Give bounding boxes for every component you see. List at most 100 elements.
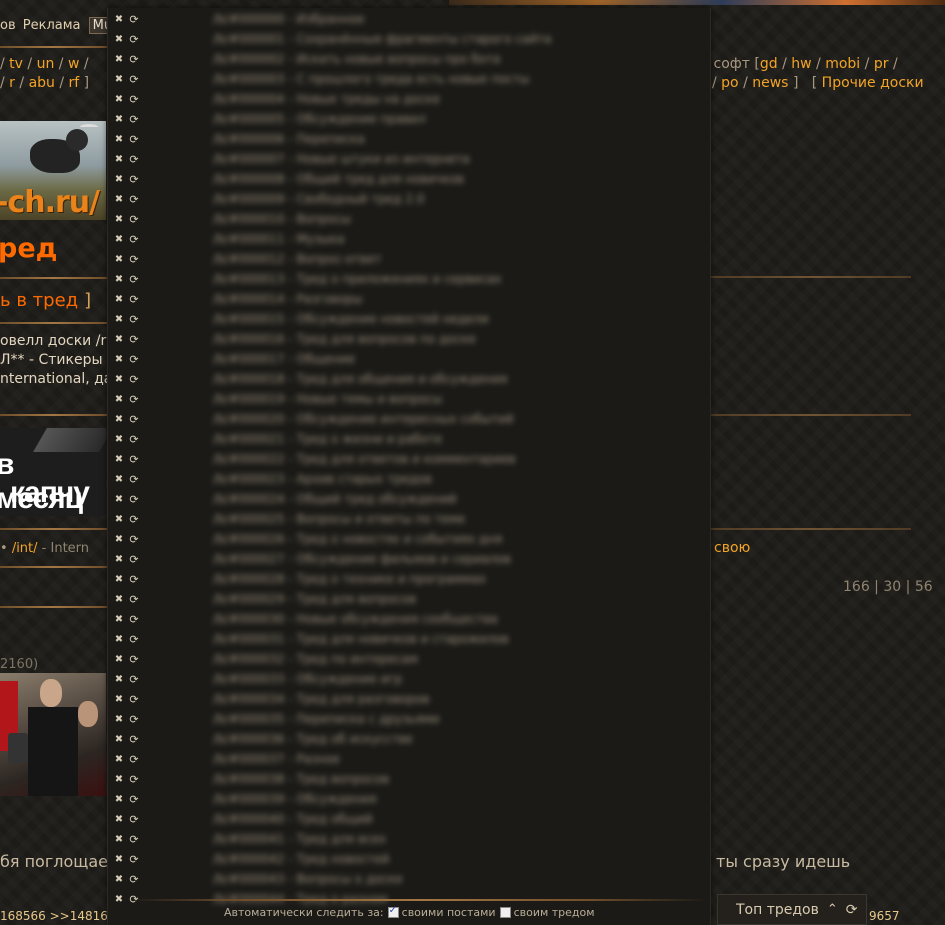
favorite-thread-title[interactable]: /b/#000042 - Тред новостей [213, 852, 389, 866]
close-icon[interactable]: ✖ [114, 574, 124, 585]
refresh-icon[interactable]: ⟳ [128, 213, 140, 226]
close-icon[interactable]: ✖ [114, 554, 124, 565]
close-icon[interactable]: ✖ [114, 174, 124, 185]
favorite-thread-title[interactable]: /b/#000031 - Тред для новичков и старожи… [213, 632, 509, 646]
reply-thread-link[interactable]: ь в тред] [0, 290, 91, 311]
refresh-icon[interactable]: ⟳ [128, 333, 140, 346]
refresh-icon[interactable]: ⟳ [128, 633, 140, 646]
refresh-icon[interactable]: ⟳ [128, 773, 140, 786]
close-icon[interactable]: ✖ [114, 874, 124, 885]
favorite-thread-item[interactable]: ✖ ⟳ /b/#000003 - С прошлого треда есть нов… [108, 69, 708, 89]
close-icon[interactable]: ✖ [114, 394, 124, 405]
refresh-icon[interactable]: ⟳ [128, 733, 140, 746]
favorite-thread-item[interactable]: ✖ ⟳ /b/#000000 - Избранное [108, 9, 708, 29]
favorite-thread-item[interactable]: ✖ ⟳ /b/#000001 - Сохранённые фрагменты ста… [108, 29, 708, 49]
favorite-thread-title[interactable]: /b/#000039 - Обсуждения [213, 792, 376, 806]
refresh-icon[interactable]: ⟳ [128, 473, 140, 486]
refresh-icon[interactable]: ⟳ [128, 553, 140, 566]
close-icon[interactable]: ✖ [114, 594, 124, 605]
refresh-icon[interactable]: ⟳ [128, 393, 140, 406]
favorite-thread-title[interactable]: /b/#000020 - Обсуждение интересных событ… [213, 412, 514, 426]
favorite-thread-item[interactable]: ✖ ⟳ /b/#000016 - Тред для вопросов по доск… [108, 329, 708, 349]
close-icon[interactable]: ✖ [114, 74, 124, 85]
favorite-thread-item[interactable]: ✖ ⟳ /b/#000017 - Общение [108, 349, 708, 369]
refresh-icon[interactable]: ⟳ [128, 853, 140, 866]
favorite-thread-item[interactable]: ✖ ⟳ /b/#000035 - Переписка с друзьями [108, 709, 708, 729]
board-link-mobi[interactable]: mobi [825, 56, 860, 72]
favorite-thread-item[interactable]: ✖ ⟳ /b/#000034 - Тред для разговоров [108, 689, 708, 709]
favorite-thread-item[interactable]: ✖ ⟳ /b/#000014 - Разговоры [108, 289, 708, 309]
follow-own-posts-label[interactable]: своими постами [402, 906, 496, 919]
favorite-thread-item[interactable]: ✖ ⟳ /b/#000006 - Переписка [108, 129, 708, 149]
close-icon[interactable]: ✖ [114, 474, 124, 485]
favorite-thread-title[interactable]: /b/#000027 - Обсуждение фильмов и сериал… [213, 552, 511, 566]
refresh-icon[interactable]: ⟳ [128, 153, 140, 166]
favorite-thread-title[interactable]: /b/#000029 - Тред для вопросов [213, 592, 416, 606]
refresh-icon[interactable]: ⟳ [128, 653, 140, 666]
close-icon[interactable]: ✖ [114, 514, 124, 525]
board-link-tv[interactable]: tv [9, 56, 23, 72]
board-link-po[interactable]: po [721, 75, 738, 91]
favorite-thread-item[interactable]: ✖ ⟳ /b/#000031 - Тред для новичков и старо… [108, 629, 708, 649]
thread-image[interactable] [0, 673, 106, 796]
favorite-thread-title[interactable]: /b/#000007 - Новые штуки из интернета [213, 152, 470, 166]
favorite-thread-title[interactable]: /b/#000036 - Тред об искусстве [213, 732, 413, 746]
favorite-thread-title[interactable]: /b/#000038 - Тред вопросов [213, 772, 389, 786]
favorite-thread-title[interactable]: /b/#000015 - Обсуждение новостей недели [213, 312, 489, 326]
favorite-thread-title[interactable]: /b/#000018 - Тред для общения и обсужден… [213, 372, 507, 386]
nav-ads-link[interactable]: Реклама [23, 18, 81, 33]
refresh-icon[interactable]: ⟳ [128, 233, 140, 246]
close-icon[interactable]: ✖ [114, 834, 124, 845]
favorite-thread-title[interactable]: /b/#000026 - Тред о новостях и событиях … [213, 532, 502, 546]
close-icon[interactable]: ✖ [114, 614, 124, 625]
board-link-gd[interactable]: gd [760, 56, 778, 72]
refresh-icon[interactable]: ⟳ [128, 13, 140, 26]
favorite-thread-title[interactable]: /b/#000022 - Тред для ответов и коммента… [213, 452, 516, 466]
favorite-thread-item[interactable]: ✖ ⟳ /b/#000039 - Обсуждения [108, 789, 708, 809]
int-board-link[interactable]: /int/ [12, 541, 38, 556]
board-logo[interactable]: -ch.ru/ [0, 121, 106, 220]
favorite-thread-title[interactable]: /b/#000010 - Вопросы [213, 212, 351, 226]
favorite-thread-title[interactable]: /b/#000037 - Разное [213, 752, 340, 766]
refresh-icon[interactable]: ⟳ [128, 313, 140, 326]
close-icon[interactable]: ✖ [114, 194, 124, 205]
refresh-icon[interactable]: ⟳ [128, 793, 140, 806]
favorite-thread-title[interactable]: /b/#000005 - Обсуждение правил [213, 112, 426, 126]
refresh-icon[interactable]: ⟳ [128, 573, 140, 586]
favorite-thread-title[interactable]: /b/#000023 - Архив старых тредов [213, 472, 432, 486]
refresh-icon[interactable]: ⟳ [128, 373, 140, 386]
favorite-thread-title[interactable]: /b/#000014 - Разговоры [213, 292, 363, 306]
refresh-icon[interactable]: ⟳ [128, 593, 140, 606]
top-threads-button[interactable]: Топ тредов ⌃ ⟳ [717, 894, 867, 925]
close-icon[interactable]: ✖ [114, 894, 124, 905]
favorite-thread-title[interactable]: /b/#000009 - Свободный тред 2.0 [213, 192, 424, 206]
refresh-icon[interactable]: ⟳ [128, 513, 140, 526]
close-icon[interactable]: ✖ [114, 354, 124, 365]
close-icon[interactable]: ✖ [114, 214, 124, 225]
favorite-thread-title[interactable]: /b/#000017 - Общение [213, 352, 355, 366]
board-link-w[interactable]: w [68, 56, 79, 72]
close-icon[interactable]: ✖ [114, 434, 124, 445]
favorite-thread-item[interactable]: ✖ ⟳ /b/#000028 - Тред о технике и программ… [108, 569, 708, 589]
favorite-thread-title[interactable]: /b/#000016 - Тред для вопросов по доске [213, 332, 476, 346]
favorite-thread-title[interactable]: /b/#000040 - Тред общий [213, 812, 373, 826]
close-icon[interactable]: ✖ [114, 654, 124, 665]
favorite-thread-item[interactable]: ✖ ⟳ /b/#000042 - Тред новостей [108, 849, 708, 869]
own-link[interactable]: свою [714, 540, 750, 556]
close-icon[interactable]: ✖ [114, 54, 124, 65]
refresh-icon[interactable]: ⟳ [128, 693, 140, 706]
favorite-thread-item[interactable]: ✖ ⟳ /b/#000009 - Свободный тред 2.0 [108, 189, 708, 209]
refresh-icon[interactable]: ⟳ [128, 113, 140, 126]
ad-banner[interactable]: в месяц капчу [0, 428, 106, 516]
refresh-icon[interactable]: ⟳ [128, 93, 140, 106]
favorite-thread-title[interactable]: /b/#000025 - Вопросы и ответы по теме [213, 512, 465, 526]
refresh-icon[interactable]: ⟳ [128, 33, 140, 46]
favorite-thread-item[interactable]: ✖ ⟳ /b/#000005 - Обсуждение правил [108, 109, 708, 129]
close-icon[interactable]: ✖ [114, 854, 124, 865]
favorite-thread-item[interactable]: ✖ ⟳ /b/#000036 - Тред об искусстве [108, 729, 708, 749]
favorite-thread-title[interactable]: /b/#000011 - Музыка [213, 232, 344, 246]
refresh-icon[interactable]: ⟳ [128, 493, 140, 506]
refresh-icon[interactable]: ⟳ [128, 533, 140, 546]
favorite-thread-item[interactable]: ✖ ⟳ /b/#000040 - Тред общий [108, 809, 708, 829]
favorite-thread-title[interactable]: /b/#000034 - Тред для разговоров [213, 692, 429, 706]
